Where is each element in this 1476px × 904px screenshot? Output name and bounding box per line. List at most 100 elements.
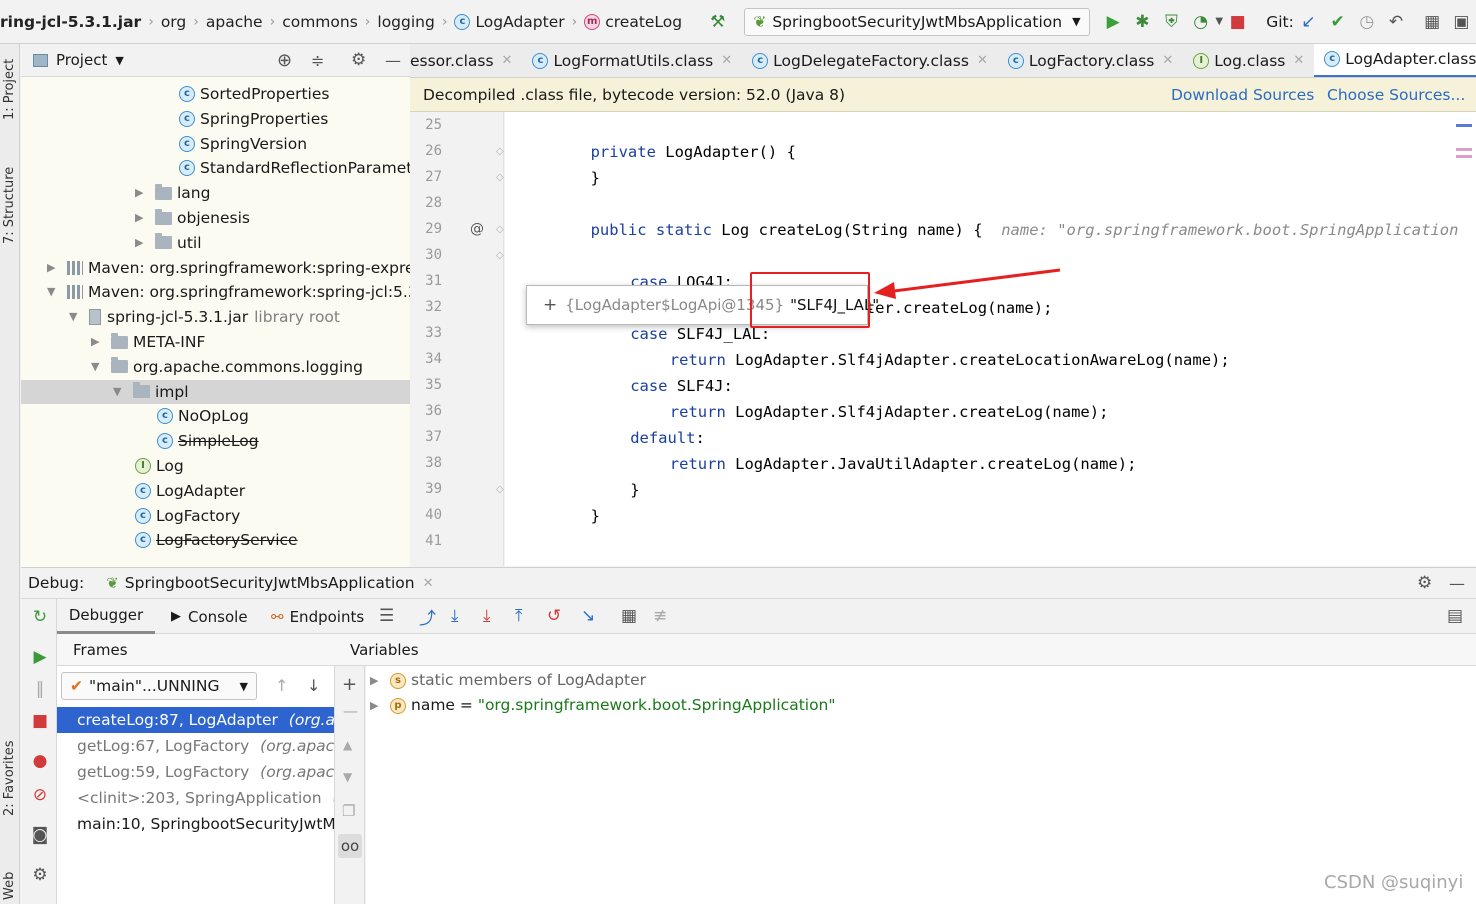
tree-node[interactable]: ▶ objenesis bbox=[135, 206, 250, 230]
coverage-icon[interactable]: ⛨ bbox=[1162, 12, 1181, 32]
tree-node[interactable]: ▶ META-INF bbox=[91, 330, 205, 354]
tree-node[interactable]: ▼ spring-jcl-5.3.1.jar library root bbox=[69, 305, 340, 329]
git-commit-icon[interactable]: ✔ bbox=[1328, 12, 1347, 32]
tree-node[interactable]: ▼ Maven: org.springframework:spring-jcl:5… bbox=[47, 280, 410, 304]
collapse-all-icon[interactable]: ≑ bbox=[311, 51, 324, 70]
tree-node[interactable]: c LogFactoryService bbox=[135, 528, 298, 552]
chevron-down-icon[interactable]: ▼ bbox=[1215, 16, 1223, 27]
line-number[interactable]: 28 bbox=[410, 195, 442, 211]
choose-sources-link[interactable]: Choose Sources... bbox=[1327, 86, 1465, 104]
editor-tab[interactable]: c LogFactory.class ✕ bbox=[998, 44, 1183, 77]
close-icon[interactable]: ✕ bbox=[977, 53, 988, 68]
tree-node[interactable]: c NoOpLog bbox=[157, 404, 249, 428]
stack-frame-row[interactable]: <clinit>:203, SpringApplication (org. bbox=[57, 785, 334, 811]
debug-bug-icon[interactable]: ✱ bbox=[1133, 12, 1152, 32]
chevron-right-icon[interactable]: ▶ bbox=[47, 256, 59, 280]
chevron-down-icon[interactable]: ▼ bbox=[115, 54, 123, 67]
breadcrumb-org[interactable]: org bbox=[161, 13, 186, 31]
resume-icon[interactable]: ▶ bbox=[30, 647, 50, 667]
layout-icon[interactable]: ☰ bbox=[379, 606, 394, 626]
mute-breakpoints-icon[interactable]: ⊘ bbox=[30, 785, 50, 805]
pause-icon[interactable]: ‖ bbox=[30, 679, 50, 699]
step-over-icon[interactable]: ⤓ bbox=[451, 606, 459, 626]
camera-icon[interactable]: ◙ bbox=[30, 825, 50, 845]
close-icon[interactable]: ✕ bbox=[423, 576, 434, 591]
breadcrumb-commons[interactable]: commons bbox=[282, 13, 358, 31]
tree-node[interactable]: c SortedProperties bbox=[179, 82, 329, 106]
tree-node[interactable]: ▶ Maven: org.springframework:spring-expre… bbox=[47, 256, 410, 280]
breadcrumb-logadapter[interactable]: c LogAdapter bbox=[454, 13, 565, 31]
tree-node[interactable]: c LogAdapter bbox=[135, 479, 245, 503]
line-number[interactable]: 34 bbox=[410, 351, 442, 367]
line-number[interactable]: 29 bbox=[410, 221, 442, 237]
chevron-down-icon[interactable]: ▼ bbox=[91, 355, 103, 379]
git-update-icon[interactable]: ↙ bbox=[1299, 12, 1318, 32]
gear-icon[interactable]: ⚙ bbox=[30, 865, 50, 885]
fold-marker-icon[interactable]: ◇ bbox=[496, 484, 504, 495]
tab-endpoints[interactable]: ⚯ Endpoints bbox=[271, 599, 364, 634]
step-out-icon[interactable]: ⤒ bbox=[515, 606, 523, 626]
line-number[interactable]: 40 bbox=[410, 507, 442, 523]
code-editor[interactable]: private LogAdapter() {} public static Log… bbox=[505, 112, 1476, 566]
evaluate-expression-icon[interactable]: ▦ bbox=[621, 606, 637, 626]
chevron-right-icon[interactable]: ▶ bbox=[135, 206, 147, 230]
fold-marker-icon[interactable]: ◇ bbox=[496, 250, 504, 261]
tree-node[interactable]: c SpringVersion bbox=[179, 132, 307, 156]
line-number[interactable]: 41 bbox=[410, 533, 442, 549]
line-number[interactable]: 26 bbox=[410, 143, 442, 159]
drop-frame-icon[interactable]: ↺ bbox=[547, 606, 561, 626]
stop-icon[interactable]: ■ bbox=[1228, 12, 1247, 32]
close-icon[interactable]: ✕ bbox=[502, 53, 513, 68]
line-number[interactable]: 37 bbox=[410, 429, 442, 445]
debug-session-tab[interactable]: SpringbootSecurityJwtMbsApplication bbox=[125, 574, 415, 592]
gear-icon[interactable]: ⚙ bbox=[1417, 573, 1432, 593]
variable-row[interactable]: ▶ s static members of LogAdapter bbox=[370, 668, 646, 693]
line-number[interactable]: 33 bbox=[410, 325, 442, 341]
line-number[interactable]: 25 bbox=[410, 117, 442, 133]
download-sources-link[interactable]: Download Sources bbox=[1171, 86, 1314, 104]
editor-tab[interactable]: c LogFormatUtils.class ✕ bbox=[522, 44, 742, 77]
breadcrumb-createlog[interactable]: m createLog bbox=[584, 13, 682, 31]
arrow-down-icon[interactable]: ↓ bbox=[307, 676, 320, 695]
fold-marker-icon[interactable]: ◇ bbox=[496, 146, 504, 157]
variable-row[interactable]: ▶ p name = "org.springframework.boot.Sprin… bbox=[370, 693, 836, 718]
trace-icon[interactable]: ≢ bbox=[653, 606, 667, 626]
fold-marker-icon[interactable]: ◇ bbox=[496, 224, 504, 235]
restore-layout-icon[interactable]: ▤ bbox=[1447, 606, 1463, 626]
tree-node[interactable]: c SpringProperties bbox=[179, 107, 328, 131]
hide-icon[interactable]: — bbox=[1449, 574, 1465, 593]
expand-plus-icon[interactable]: + bbox=[543, 295, 557, 315]
tree-node[interactable]: ▼ org.apache.commons.logging bbox=[91, 355, 363, 379]
tree-node[interactable]: ▶ lang bbox=[135, 181, 210, 205]
arrow-up-icon[interactable]: ↑ bbox=[275, 676, 288, 695]
chevron-right-icon[interactable]: ▶ bbox=[370, 693, 382, 718]
show-execution-point-icon[interactable]: ⤴ bbox=[419, 604, 436, 629]
line-number[interactable]: 30 bbox=[410, 247, 442, 263]
line-number[interactable]: 32 bbox=[410, 299, 442, 315]
run-configuration-select[interactable]: ❦ SpringbootSecurityJwtMbsApplication ▼ bbox=[744, 7, 1090, 36]
breadcrumb-jar[interactable]: ring-jcl-5.3.1.jar bbox=[0, 13, 141, 31]
run-to-cursor-icon[interactable]: ↘ bbox=[581, 606, 595, 626]
stop-icon[interactable]: ■ bbox=[30, 711, 50, 731]
error-stripe-mark[interactable] bbox=[1456, 124, 1472, 127]
chevron-down-icon[interactable]: ▼ bbox=[69, 305, 81, 329]
error-stripe-mark[interactable] bbox=[1456, 148, 1472, 151]
line-number[interactable]: 31 bbox=[410, 273, 442, 289]
fold-marker-icon[interactable]: ◇ bbox=[496, 172, 504, 183]
tab-debugger[interactable]: Debugger bbox=[57, 599, 155, 634]
locate-icon[interactable]: ⊕ bbox=[277, 50, 292, 71]
tree-node[interactable]: ▶ util bbox=[135, 231, 202, 255]
chevron-right-icon[interactable]: ▶ bbox=[370, 668, 382, 693]
chevron-right-icon[interactable]: ▶ bbox=[135, 231, 147, 255]
chevron-right-icon[interactable]: ▶ bbox=[135, 181, 147, 205]
stack-frame-row[interactable]: getLog:67, LogFactory (org.apache.c bbox=[57, 733, 334, 759]
remove-icon[interactable]: — bbox=[343, 702, 358, 720]
move-up-icon[interactable]: ▲ bbox=[343, 738, 352, 752]
stack-frame-row[interactable]: main:10, SpringbootSecurityJwtMbs bbox=[57, 811, 334, 837]
glasses-icon[interactable]: oo bbox=[338, 834, 362, 858]
line-number[interactable]: 39 bbox=[410, 481, 442, 497]
project-structure-icon[interactable]: ▦ bbox=[1423, 12, 1442, 32]
breadcrumb-logging[interactable]: logging bbox=[377, 13, 434, 31]
tree-node[interactable]: ▼ impl bbox=[21, 379, 410, 404]
view-breakpoints-icon[interactable]: ● bbox=[30, 751, 50, 771]
